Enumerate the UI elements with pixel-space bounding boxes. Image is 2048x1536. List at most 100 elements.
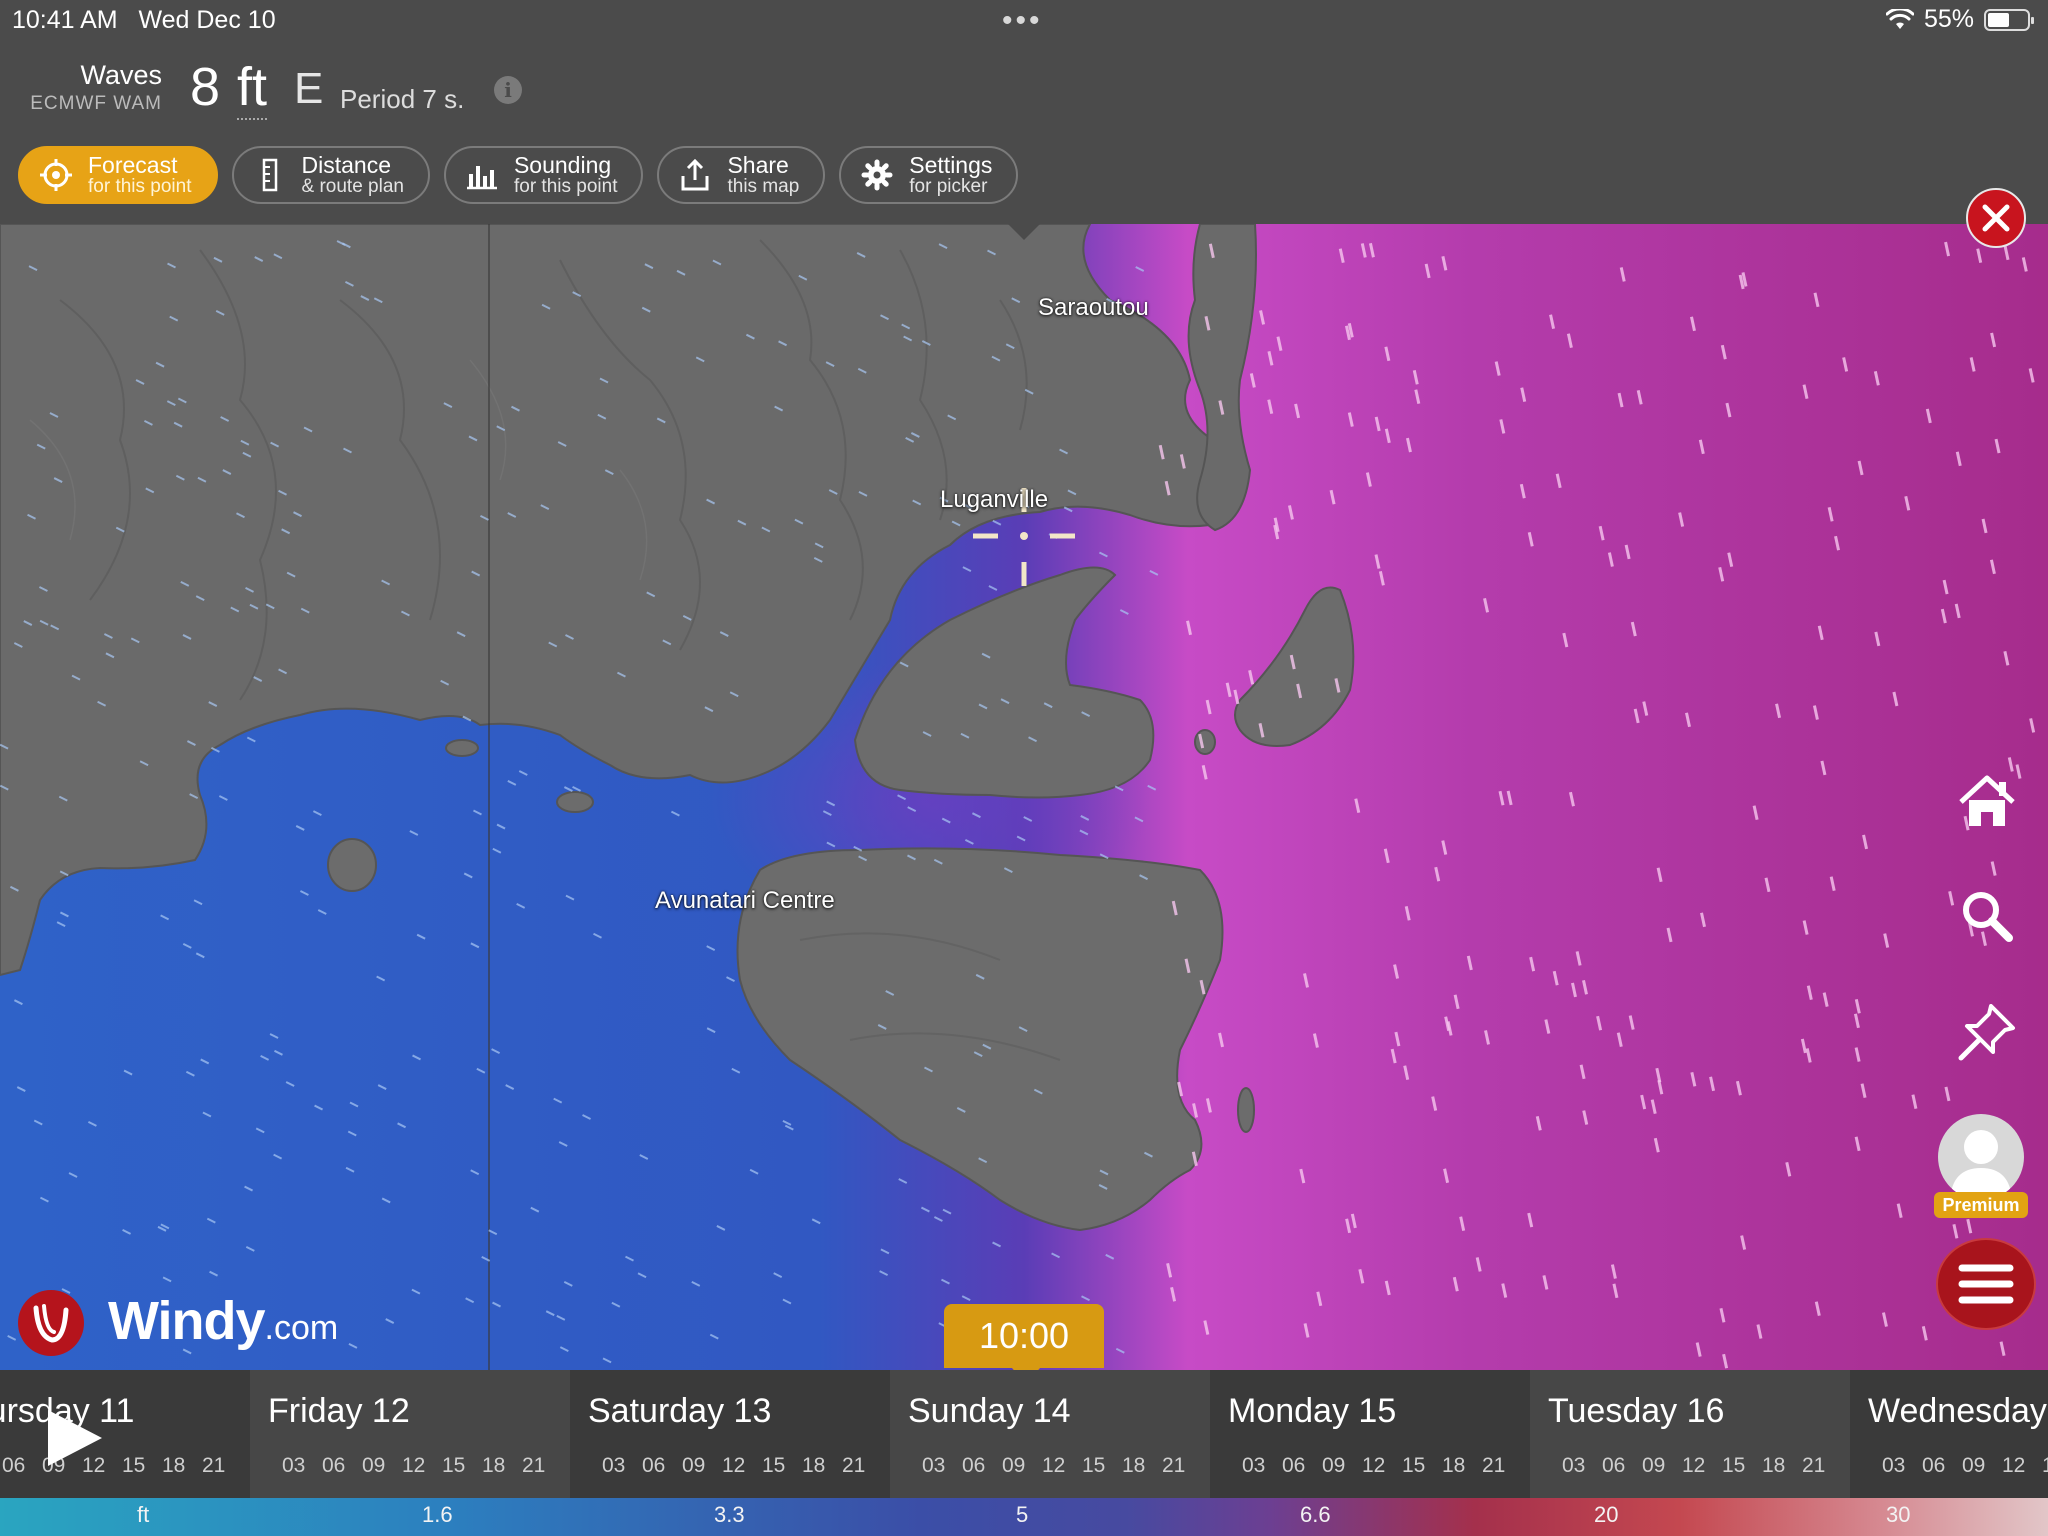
hour-tick[interactable]: 12	[722, 1454, 762, 1478]
play-icon[interactable]	[48, 1410, 102, 1466]
hour-tick[interactable]: 09	[362, 1454, 402, 1478]
hour-tick[interactable]: 03	[1242, 1454, 1282, 1478]
hour-tick[interactable]: 21	[1482, 1454, 1522, 1478]
selected-time[interactable]: 10:00	[944, 1304, 1104, 1384]
windy-logo-icon[interactable]	[18, 1290, 84, 1356]
layer-info[interactable]: Waves ECMWF WAM	[24, 60, 162, 115]
wave-height-unit[interactable]: ft	[237, 56, 268, 120]
crosshair-icon	[38, 157, 74, 193]
hour-tick[interactable]: 03	[1562, 1454, 1602, 1478]
hour-tick[interactable]: 03	[922, 1454, 962, 1478]
hour-tick[interactable]: 06	[1282, 1454, 1322, 1478]
hour-tick[interactable]: 12	[2002, 1454, 2042, 1478]
wifi-icon	[1885, 8, 1914, 29]
layer-name: Waves	[80, 60, 162, 90]
hour-tick[interactable]: 03	[1882, 1454, 1922, 1478]
hour-tick[interactable]: 15	[762, 1454, 802, 1478]
main-menu-button[interactable]	[1936, 1238, 2036, 1330]
clock: 10:41 AM	[12, 6, 118, 34]
hour-tick[interactable]: 21	[522, 1454, 562, 1478]
hour-ticks: 03060912151821	[1882, 1454, 2048, 1478]
legend-value: 5	[1016, 1502, 1029, 1527]
hour-tick[interactable]: 15	[122, 1454, 162, 1478]
small-islet	[556, 791, 594, 813]
hour-tick[interactable]: 21	[842, 1454, 882, 1478]
hour-tick[interactable]: 09	[1002, 1454, 1042, 1478]
close-picker-button[interactable]	[1966, 188, 2026, 248]
windy-logo-text[interactable]: Windy.com	[108, 1290, 338, 1352]
share-icon	[677, 157, 713, 193]
hour-tick[interactable]: 18	[1442, 1454, 1482, 1478]
picker-toolbar: Forecast for this point Distance & route p…	[18, 146, 1019, 204]
hour-tick[interactable]: 12	[1362, 1454, 1402, 1478]
map-canvas[interactable]	[0, 224, 2048, 1370]
settings-button[interactable]: Settings for picker	[839, 146, 1019, 204]
hour-ticks: 03060912151821	[602, 1454, 882, 1478]
wave-map[interactable]: Saraoutou Luganville Avunatari Centre	[0, 224, 2048, 1370]
hour-tick[interactable]: 18	[482, 1454, 522, 1478]
hour-tick[interactable]: 09	[682, 1454, 722, 1478]
hour-tick[interactable]: 06	[962, 1454, 1002, 1478]
home-button[interactable]	[1955, 770, 2019, 834]
legend-value: 6.6	[1300, 1502, 1331, 1527]
hour-tick[interactable]: 06	[2, 1454, 42, 1478]
legend-value: 30	[1886, 1502, 1911, 1527]
share-label: Share	[727, 151, 789, 178]
hour-tick[interactable]: 15	[442, 1454, 482, 1478]
hour-tick[interactable]: 12	[402, 1454, 442, 1478]
hour-tick[interactable]: 21	[1802, 1454, 1842, 1478]
hour-tick[interactable]: 18	[162, 1454, 202, 1478]
more-dots-icon[interactable]: •••	[1002, 4, 1043, 38]
hour-tick[interactable]: 06	[1922, 1454, 1962, 1478]
timeline[interactable]: Thursday 1103060912151821Friday 12030609…	[0, 1370, 2048, 1498]
share-button[interactable]: Share this map	[657, 146, 826, 204]
hour-tick[interactable]: 09	[1322, 1454, 1362, 1478]
wave-height-legend: ft 1.6 3.3 5 6.6 20 30	[0, 1498, 2048, 1536]
timeline-day[interactable]: Tuesday 16 03 06 09 12 15 18 21	[1530, 1370, 1850, 1498]
logo-suffix: .com	[264, 1309, 339, 1347]
hour-tick[interactable]: 06	[322, 1454, 362, 1478]
hour-tick[interactable]: 12	[1042, 1454, 1082, 1478]
hour-tick[interactable]: 18	[1762, 1454, 1802, 1478]
forecast-button[interactable]: Forecast for this point	[18, 146, 218, 204]
sounding-button[interactable]: Sounding for this point	[443, 146, 644, 204]
hamburger-icon	[1958, 1264, 2014, 1304]
hour-tick[interactable]: 18	[1122, 1454, 1162, 1478]
timeline-day[interactable]: Friday 12 03 06 09 12 15 18 21	[250, 1370, 570, 1498]
timeline-day[interactable]: Monday 15 03 06 09 12 15 18 21	[1210, 1370, 1530, 1498]
hour-tick[interactable]: 15	[1082, 1454, 1122, 1478]
day-label: Friday 12	[268, 1392, 410, 1430]
hour-tick[interactable]: 09	[1962, 1454, 2002, 1478]
hour-tick[interactable]: 03	[282, 1454, 322, 1478]
hour-ticks: 03060912151821	[1562, 1454, 1842, 1478]
battery-icon	[1984, 8, 2034, 31]
hour-tick[interactable]: 21	[1162, 1454, 1202, 1478]
hour-tick[interactable]: 21	[202, 1454, 242, 1478]
timeline-day[interactable]: Saturday 13 03 06 09 12 15 18 21	[570, 1370, 890, 1498]
distance-button[interactable]: Distance & route plan	[231, 146, 430, 204]
search-button[interactable]	[1955, 884, 2019, 948]
header: 10:41 AM Wed Dec 10 ••• 55% Waves ECMWF …	[0, 0, 2048, 224]
day-label: Sunday 14	[908, 1392, 1071, 1430]
hour-tick[interactable]: 09	[1642, 1454, 1682, 1478]
forecast-label: Forecast	[88, 151, 178, 178]
pin-button[interactable]	[1955, 1000, 2019, 1064]
timeline-day[interactable]: Sunday 14 03 06 09 12 15 18 21	[890, 1370, 1210, 1498]
hour-tick[interactable]: 15	[1402, 1454, 1442, 1478]
hour-tick[interactable]: 06	[642, 1454, 682, 1478]
windy-app: 10:41 AM Wed Dec 10 ••• 55% Waves ECMWF …	[0, 0, 2048, 1536]
timeline-day[interactable]: Wednesday 03060912151821	[1850, 1370, 2048, 1498]
user-avatar[interactable]	[1938, 1114, 2024, 1200]
hour-tick[interactable]: 06	[1602, 1454, 1642, 1478]
logo-brand: Windy	[108, 1291, 265, 1351]
hour-tick[interactable]: 12	[1682, 1454, 1722, 1478]
bar-chart-icon	[464, 157, 500, 193]
hour-tick[interactable]: 15	[1722, 1454, 1762, 1478]
hour-tick[interactable]: 03	[602, 1454, 642, 1478]
info-icon[interactable]: i	[494, 76, 522, 104]
timeline-day[interactable]: Thursday 1103060912151821	[0, 1370, 250, 1498]
legend-unit[interactable]: ft	[137, 1502, 149, 1528]
hour-tick[interactable]: 15	[2042, 1454, 2048, 1478]
hour-tick[interactable]: 18	[802, 1454, 842, 1478]
date: Wed Dec 10	[138, 6, 276, 34]
